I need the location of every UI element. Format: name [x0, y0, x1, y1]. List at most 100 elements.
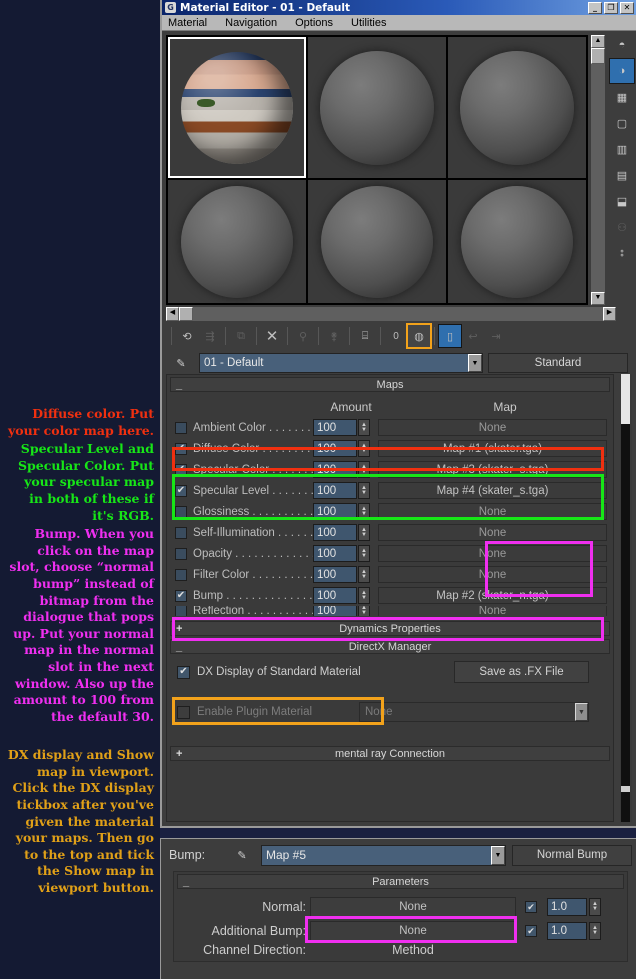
mentalray-rollout-header[interactable]: + mental ray Connection [170, 746, 610, 761]
ambient-color-map-button[interactable]: None [378, 419, 607, 436]
diffuse-color-amount[interactable]: 100 [313, 440, 357, 457]
show-map-in-viewport-icon[interactable]: ◍ [406, 323, 432, 349]
go-to-parent-icon[interactable]: ↩ [462, 325, 484, 347]
material-map-navigator-icon[interactable]: ⦂ [610, 241, 634, 265]
diffuse-color-spinner[interactable]: ▲ ▼ [358, 440, 370, 457]
expand-icon[interactable]: + [176, 748, 182, 760]
background-checker-icon[interactable]: ▦ [610, 85, 634, 109]
scroll-track[interactable] [591, 64, 605, 292]
minimize-button[interactable]: _ [588, 1, 602, 14]
sample-slot-5[interactable] [308, 180, 446, 303]
filter-color-spinner[interactable]: ▲ ▼ [358, 566, 370, 583]
bump-map-button[interactable]: Map #2 (skater_n.tga) [378, 587, 607, 604]
menu-item-options[interactable]: Options [293, 17, 335, 29]
scroll-track[interactable] [621, 424, 630, 822]
scroll-left-button[interactable]: ◀ [166, 307, 179, 321]
backlight-icon[interactable]: ◑ [609, 58, 635, 84]
sample-slot-3[interactable] [448, 37, 586, 178]
sample-type-sphere-icon[interactable]: ◓ [610, 33, 634, 57]
reset-map-material-icon[interactable]: ✕ [261, 325, 283, 347]
bump-map-name-field[interactable]: Map #5 ▼ [261, 844, 506, 866]
maximize-button[interactable]: ❐ [604, 1, 618, 14]
menu-item-material[interactable]: Material [166, 17, 209, 29]
scroll-up-button[interactable]: ▲ [591, 35, 605, 48]
reflection-map-button[interactable]: None [378, 606, 607, 616]
reflection-checkbox[interactable]: ✔ [175, 606, 187, 616]
specular-level-checkbox[interactable]: ✔ [175, 484, 187, 497]
make-material-copy-icon[interactable]: ⚲ [292, 325, 314, 347]
material-name-field[interactable]: 01 - Default ▼ [199, 353, 483, 373]
normal-multiplier-spinner[interactable]: ▲ ▼ [589, 898, 601, 916]
additional-bump-multiplier-value[interactable]: 1.0 [547, 922, 587, 940]
plugin-material-field[interactable]: None ▼ [359, 702, 589, 722]
normal-map-button[interactable]: None [310, 896, 516, 918]
save-as-fx-button[interactable]: Save as .FX File [454, 661, 589, 683]
additional-bump-enable-checkbox[interactable]: ✔ [525, 925, 537, 937]
dx-display-checkbox[interactable]: ✔ [177, 665, 190, 679]
material-effects-channel-icon[interactable]: 0 [385, 325, 407, 347]
sample-uv-tiling-icon[interactable]: ▢ [610, 111, 634, 135]
glossiness-spinner[interactable]: ▲ ▼ [358, 503, 370, 520]
scroll-thumb[interactable] [591, 48, 605, 64]
maps-rollout-header[interactable]: _ Maps [170, 377, 610, 392]
sample-slot-1[interactable] [168, 37, 306, 178]
self-illumination-amount[interactable]: 100 [313, 524, 357, 541]
scroll-right-button[interactable]: ▶ [603, 307, 616, 321]
specular-level-map-button[interactable]: Map #4 (skater_s.tga) [378, 482, 607, 499]
opacity-map-button[interactable]: None [378, 545, 607, 562]
filter-color-map-button[interactable]: None [378, 566, 607, 583]
specular-color-amount[interactable]: 100 [313, 461, 357, 478]
chevron-down-icon[interactable]: ▼ [491, 845, 505, 865]
put-to-library-icon[interactable]: ⌸ [354, 325, 376, 347]
bump-amount[interactable]: 100 [313, 587, 357, 604]
make-unique-icon[interactable]: ⚵ [323, 325, 345, 347]
put-material-to-scene-icon[interactable]: ⇶ [199, 325, 221, 347]
close-button[interactable]: ✕ [620, 1, 634, 14]
collapse-icon[interactable]: _ [183, 876, 189, 888]
additional-bump-map-button[interactable]: None [310, 920, 516, 942]
normal-multiplier-value[interactable]: 1.0 [547, 898, 587, 916]
menu-item-navigation[interactable]: Navigation [223, 17, 279, 29]
show-end-result-icon[interactable]: ▯ [438, 324, 462, 348]
glossiness-checkbox[interactable]: ✔ [175, 505, 187, 518]
opacity-amount[interactable]: 100 [313, 545, 357, 562]
collapse-icon[interactable]: _ [176, 379, 182, 391]
glossiness-amount[interactable]: 100 [313, 503, 357, 520]
specular-level-amount[interactable]: 100 [313, 482, 357, 499]
scroll-thumb[interactable] [621, 374, 630, 424]
ambient-color-checkbox[interactable]: ✔ [175, 421, 187, 434]
go-forward-to-sibling-icon[interactable]: ⇥ [485, 325, 507, 347]
opacity-checkbox[interactable]: ✔ [175, 547, 187, 560]
scroll-thumb-h[interactable] [179, 307, 193, 321]
dynamics-rollout-header[interactable]: + Dynamics Properties [170, 621, 610, 636]
filter-color-checkbox[interactable]: ✔ [175, 568, 187, 581]
slots-horizontal-scrollbar[interactable]: ◀ ▶ [166, 307, 616, 321]
ambient-color-spinner[interactable]: ▲ ▼ [358, 419, 370, 436]
sample-slot-2[interactable] [308, 37, 446, 178]
collapse-icon[interactable]: _ [176, 641, 182, 653]
eyedropper-icon[interactable]: ✎ [229, 849, 255, 862]
parameters-rollout-header[interactable]: _ Parameters [177, 874, 624, 889]
normal-enable-checkbox[interactable]: ✔ [525, 901, 537, 913]
ambient-color-amount[interactable]: 100 [313, 419, 357, 436]
options-icon[interactable]: ⬓ [610, 189, 634, 213]
normal-bump-type-button[interactable]: Normal Bump [512, 844, 632, 866]
specular-color-map-button[interactable]: Map #3 (skater_s.tga) [378, 461, 607, 478]
video-color-check-icon[interactable]: ▥ [610, 137, 634, 161]
material-type-button[interactable]: Standard [488, 353, 628, 373]
chevron-down-icon[interactable]: ▼ [575, 703, 588, 721]
sample-slot-4[interactable] [168, 180, 306, 303]
self-illumination-checkbox[interactable]: ✔ [175, 526, 187, 539]
additional-bump-multiplier-spinner[interactable]: ▲ ▼ [589, 922, 601, 940]
eyedropper-icon[interactable]: ✎ [168, 357, 194, 370]
diffuse-color-map-button[interactable]: Map #1 (skater.tga) [378, 440, 607, 457]
reflection-spinner[interactable]: ▲ ▼ [358, 606, 370, 616]
self-illumination-map-button[interactable]: None [378, 524, 607, 541]
assign-material-to-selection-icon[interactable]: ⧉ [230, 325, 252, 347]
get-material-icon[interactable]: ⟲ [176, 325, 198, 347]
menu-item-utilities[interactable]: Utilities [349, 17, 388, 29]
chevron-down-icon[interactable]: ▼ [468, 354, 482, 372]
make-preview-icon[interactable]: ▤ [610, 163, 634, 187]
filter-color-amount[interactable]: 100 [313, 566, 357, 583]
directx-rollout-header[interactable]: _ DirectX Manager [170, 639, 610, 654]
